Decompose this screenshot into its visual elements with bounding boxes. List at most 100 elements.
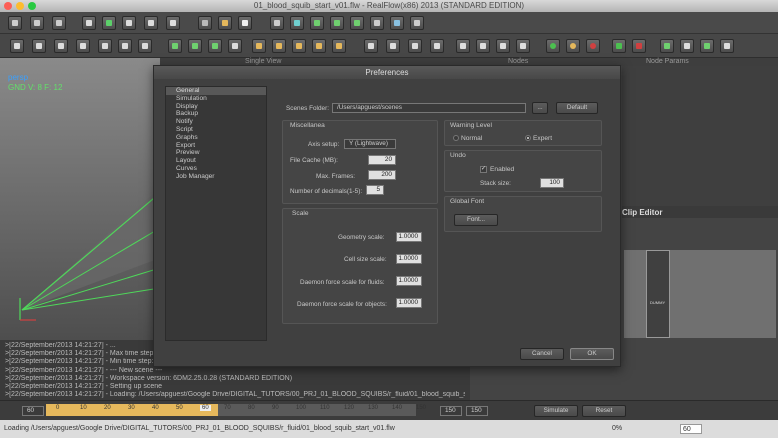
category-script[interactable]: Script <box>166 126 266 134</box>
settings-icon[interactable] <box>720 39 734 53</box>
node-params-title: Node Params <box>646 58 689 65</box>
object-force-scale-label: Daemon force scale for objects: <box>297 301 387 308</box>
vortex-daemon-icon[interactable] <box>332 39 346 53</box>
timeline-tick-label: 120 <box>344 405 355 411</box>
axis-setup-select[interactable]: Y (Lightwave) <box>344 139 396 149</box>
timeline-tick-label: 140 <box>392 405 403 411</box>
red-light-icon[interactable] <box>586 39 600 53</box>
category-preview[interactable]: Preview <box>166 149 266 157</box>
import-icon[interactable] <box>680 39 694 53</box>
circle-emitter-icon[interactable] <box>168 39 182 53</box>
undo-enabled-checkbox[interactable]: ✓ <box>480 166 487 173</box>
max-frames-input[interactable]: 200 <box>368 170 396 180</box>
font-button[interactable]: Font... <box>454 214 498 226</box>
null-icon[interactable] <box>138 39 152 53</box>
drag-daemon-icon[interactable] <box>312 39 326 53</box>
ok-button[interactable]: OK <box>570 348 614 360</box>
green-light-icon[interactable] <box>546 39 560 53</box>
minimize-window-icon[interactable] <box>16 2 24 10</box>
stop-icon[interactable] <box>632 39 646 53</box>
light-icon[interactable] <box>430 39 444 53</box>
category-backup[interactable]: Backup <box>166 110 266 118</box>
realflow-app: 01_blood_squib_start_v01.flw - RealFlow(… <box>0 0 778 438</box>
python-icon[interactable] <box>370 16 384 30</box>
category-display[interactable]: Display <box>166 103 266 111</box>
cancel-button[interactable]: Cancel <box>520 348 564 360</box>
cell-size-scale-input[interactable]: 1.0000 <box>396 254 422 264</box>
check-icon[interactable] <box>612 39 626 53</box>
soft-body-icon[interactable] <box>476 39 490 53</box>
save-scene-icon[interactable] <box>52 16 66 30</box>
expert-radio[interactable] <box>525 135 531 141</box>
fluid-force-scale-input[interactable]: 1.0000 <box>396 276 422 286</box>
refresh-icon[interactable] <box>700 39 714 53</box>
sphere-emitter-icon[interactable] <box>228 39 242 53</box>
default-button[interactable]: Default <box>556 102 598 114</box>
script-icon[interactable] <box>330 16 344 30</box>
timeline-end-field-1[interactable]: 150 <box>440 406 462 416</box>
simulate-button[interactable]: Simulate <box>534 405 578 417</box>
timeline-tick-label: 150 <box>416 405 427 411</box>
noise-daemon-icon[interactable] <box>292 39 306 53</box>
layout-icon[interactable] <box>270 16 284 30</box>
render-icon[interactable] <box>238 16 252 30</box>
rigid-body-icon[interactable] <box>456 39 470 53</box>
geometry-scale-input[interactable]: 1.0000 <box>396 232 422 242</box>
cylinder-icon[interactable] <box>98 39 112 53</box>
category-graphs[interactable]: Graphs <box>166 134 266 142</box>
cube-icon[interactable] <box>10 39 24 53</box>
select-tool-icon[interactable] <box>82 16 96 30</box>
graph-icon[interactable] <box>290 16 304 30</box>
open-scene-icon[interactable] <box>30 16 44 30</box>
nodes-title: Nodes <box>508 58 529 65</box>
torus-icon[interactable] <box>76 39 90 53</box>
vase-icon[interactable] <box>118 39 132 53</box>
viewport[interactable] <box>0 58 160 340</box>
category-simulation[interactable]: Simulation <box>166 95 266 103</box>
wind-daemon-icon[interactable] <box>272 39 286 53</box>
clip-bar[interactable] <box>646 250 670 338</box>
rotate-tool-icon[interactable] <box>122 16 136 30</box>
gravity-daemon-icon[interactable] <box>252 39 266 53</box>
preview-icon[interactable] <box>390 16 404 30</box>
wire-box-icon[interactable] <box>496 39 510 53</box>
grid-mesh-icon[interactable] <box>386 39 400 53</box>
timeline-start-field[interactable]: 60 <box>22 406 44 416</box>
emitter-icon[interactable] <box>198 16 212 30</box>
curves-icon[interactable] <box>310 16 324 30</box>
file-cache-input[interactable]: 20 <box>368 155 396 165</box>
category-curves[interactable]: Curves <box>166 165 266 173</box>
square-emitter-icon[interactable] <box>188 39 202 53</box>
browse-button[interactable]: ... <box>532 102 548 114</box>
category-export[interactable]: Export <box>166 142 266 150</box>
mesh-icon[interactable] <box>364 39 378 53</box>
timeline-end-field-2[interactable]: 150 <box>466 406 488 416</box>
category-layout[interactable]: Layout <box>166 157 266 165</box>
close-window-icon[interactable] <box>4 2 12 10</box>
yellow-light-icon[interactable] <box>566 39 580 53</box>
frame-field[interactable]: 60 <box>680 424 702 434</box>
zoom-window-icon[interactable] <box>28 2 36 10</box>
caustics-icon[interactable] <box>516 39 530 53</box>
category-general[interactable]: General <box>166 87 266 95</box>
scenes-folder-input[interactable]: /Users/apguest/scenes <box>332 103 526 113</box>
job-manager-icon[interactable] <box>410 16 424 30</box>
camera-icon[interactable] <box>408 39 422 53</box>
stack-size-input[interactable]: 100 <box>540 178 564 188</box>
triangle-emitter-icon[interactable] <box>208 39 222 53</box>
normal-radio[interactable] <box>453 135 459 141</box>
move-tool-icon[interactable] <box>102 16 116 30</box>
category-job-manager[interactable]: Job Manager <box>166 173 266 181</box>
plane-icon[interactable] <box>32 39 46 53</box>
axis-tool-icon[interactable] <box>166 16 180 30</box>
object-force-scale-input[interactable]: 1.0000 <box>396 298 422 308</box>
sphere-icon[interactable] <box>54 39 68 53</box>
export-icon[interactable] <box>660 39 674 53</box>
batch-icon[interactable] <box>350 16 364 30</box>
reset-button[interactable]: Reset <box>582 405 626 417</box>
folder-icon[interactable] <box>218 16 232 30</box>
category-notify[interactable]: Notify <box>166 118 266 126</box>
decimals-input[interactable]: 5 <box>366 185 384 195</box>
new-scene-icon[interactable] <box>8 16 22 30</box>
scale-tool-icon[interactable] <box>144 16 158 30</box>
